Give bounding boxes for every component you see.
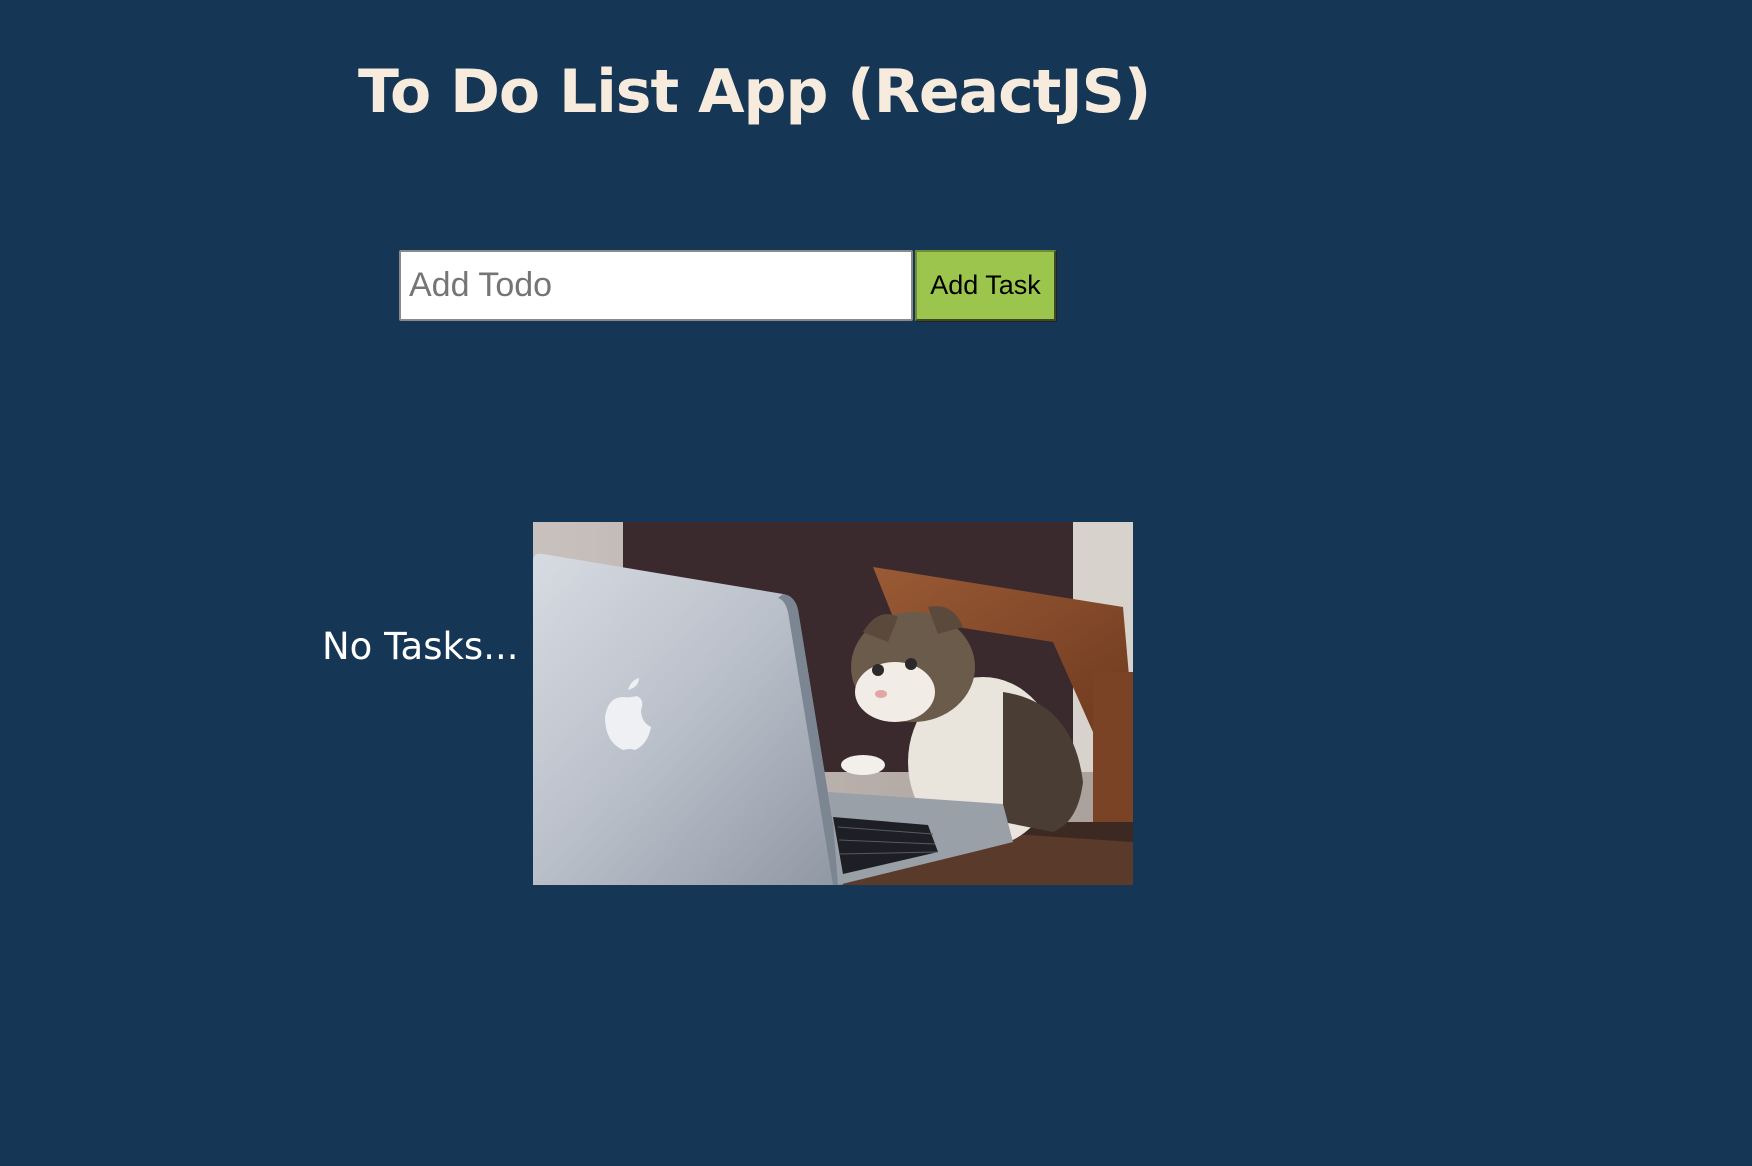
empty-tasks-message: No Tasks... xyxy=(322,625,519,668)
todo-input[interactable] xyxy=(399,250,913,321)
page-title: To Do List App (ReactJS) xyxy=(358,57,1151,127)
cat-at-laptop-image xyxy=(533,522,1133,885)
add-task-button[interactable]: Add Task xyxy=(915,250,1056,321)
